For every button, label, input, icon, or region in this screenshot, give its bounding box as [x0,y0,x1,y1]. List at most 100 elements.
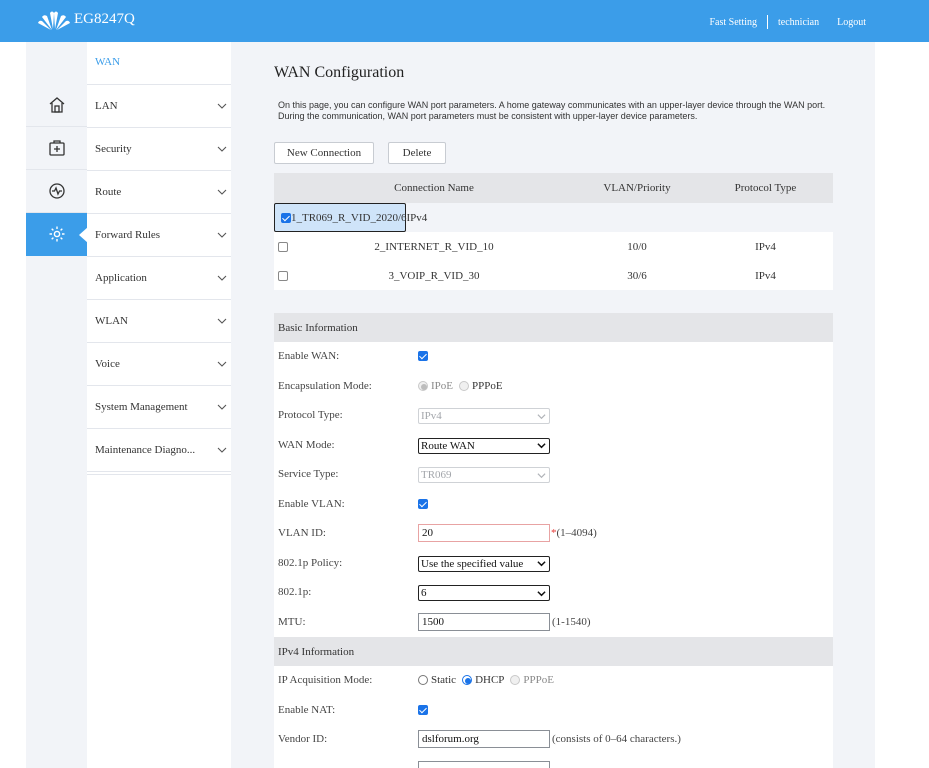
top-links: Fast Setting technician Logout [710,15,866,29]
policy-select[interactable]: Use the specified value [418,555,550,572]
row-checkbox[interactable] [278,270,288,281]
sidebar-item-wan[interactable]: WAN [87,42,231,84]
chevron-down-icon [537,472,546,478]
chevron-down-icon [217,232,227,238]
row-checkbox[interactable] [281,212,291,223]
rail-status[interactable] [26,170,87,213]
enable-nat-checkbox[interactable] [418,704,428,715]
plus-box-icon [48,140,65,156]
sidebar-item-maintenance[interactable]: Maintenance Diagno... [87,429,231,472]
sidebar-item-voice[interactable]: Voice [87,343,231,386]
mtu-hint: (1-1540) [552,615,591,628]
8021p-select[interactable]: 6 [418,585,550,601]
page-description: On this page, you can configure WAN port… [278,100,826,121]
cell-vlan-priority: 30/6 [627,269,647,282]
wan-mode-select[interactable]: Route WAN [418,437,550,454]
delete-button[interactable]: Delete [388,142,446,164]
sidebar-item-label: Route [95,186,122,198]
rail-home[interactable] [26,84,87,127]
chevron-down-icon [217,404,227,410]
main-content: WAN Configuration On this page, you can … [231,42,875,768]
sidebar-item-wlan[interactable]: WLAN [87,300,231,343]
column-header-vlan: VLAN/Priority [603,182,671,194]
wan-mode-row: WAN Mode: Route WAN [274,431,833,461]
chevron-down-icon [537,561,546,567]
acquisition-static-option[interactable]: Static [418,674,456,686]
sidebar-item-security[interactable]: Security [87,128,231,171]
enable-nat-row: Enable NAT: [274,696,833,726]
huawei-logo-icon [38,11,70,30]
chevron-down-icon [537,590,546,596]
acquisition-pppoe-radio [510,675,521,685]
user-link[interactable]: technician [778,17,819,28]
sidebar-item-system-management[interactable]: System Management [87,386,231,429]
service-type-row: Service Type: TR069 [274,460,833,490]
encapsulation-ipoe-option: IPoE [418,380,453,392]
enable-wan-label: Enable WAN: [278,350,340,362]
rail-settings[interactable] [26,213,88,256]
wan-form: Basic Information Enable WAN: Encapsulat… [274,313,833,768]
home-icon [49,97,64,113]
mtu-input[interactable]: 1500 [418,612,550,631]
enable-vlan-checkbox[interactable] [418,498,428,509]
rail-advanced[interactable] [26,127,87,170]
cell-connection-name: 2_INTERNET_R_VID_10 [374,240,494,253]
ipv4-information-header: IPv4 Information [274,637,833,666]
sidebar-item-application[interactable]: Application [87,257,231,300]
acquisition-dhcp-option[interactable]: DHCP [462,674,504,686]
enable-vlan-row: Enable VLAN: [274,490,833,520]
wan-mode-label: WAN Mode: [278,438,335,451]
sidebar-filler [87,474,231,768]
policy-row: 802.1p Policy: Use the specified value [274,549,833,579]
fast-setting-link[interactable]: Fast Setting [710,17,758,28]
enable-wan-checkbox[interactable] [418,351,428,361]
top-bar: EG8247Q Fast Setting technician Logout [0,0,929,42]
column-header-protocol: Protocol Type [734,182,797,194]
sidebar-item-route[interactable]: Route [87,171,231,214]
acquisition-static-radio[interactable] [418,675,428,685]
chevron-down-icon [217,361,227,367]
next-field-input[interactable] [418,760,550,768]
vlan-id-row: VLAN ID: 20 * (1–4094) [274,519,833,549]
table-row[interactable]: 1_TR069_R_VID_20 20/6 IPv4 [274,203,427,232]
sidebar-item-lan[interactable]: LAN [87,85,231,128]
vendor-id-label: Vendor ID: [278,733,328,745]
chevron-down-icon [217,318,227,324]
pulse-icon [48,183,65,199]
table-row[interactable]: 2_INTERNET_R_VID_10 10/0 IPv4 [274,232,833,261]
chevron-down-icon [537,413,546,419]
8021p-row: 802.1p: 6 [274,578,833,608]
cell-protocol: IPv4 [755,269,776,282]
sidebar-item-label: Voice [95,358,120,370]
chevron-down-icon [217,146,227,152]
sidebar-item-forward-rules[interactable]: Forward Rules [87,214,231,257]
service-type-label: Service Type: [278,468,339,480]
gear-icon [49,226,64,242]
enable-wan-row: Enable WAN: [274,342,833,372]
device-model: EG8247Q [74,11,135,27]
encapsulation-ipoe-radio [418,380,428,391]
page-title: WAN Configuration [274,64,405,81]
divider [767,15,769,29]
encapsulation-pppoe-option: PPPoE [459,380,503,392]
vlan-id-label: VLAN ID: [278,527,326,539]
acquisition-dhcp-radio[interactable] [462,675,473,685]
vendor-id-input[interactable]: dslforum.org [418,730,550,748]
cell-connection-name: 1_TR069_R_VID_20 [291,211,387,224]
cell-vlan-priority: 20/6 [386,211,407,224]
vlan-id-input[interactable]: 20 [418,524,550,542]
logout-link[interactable]: Logout [837,17,866,28]
policy-label: 802.1p Policy: [278,556,343,569]
sidebar-item-label: WLAN [95,315,128,327]
mtu-label: MTU: [278,615,306,628]
chevron-down-icon [217,447,227,453]
new-connection-button[interactable]: New Connection [274,142,374,164]
row-checkbox[interactable] [278,241,288,252]
table-row[interactable]: 3_VOIP_R_VID_30 30/6 IPv4 [274,261,833,290]
sidebar-item-label: Application [95,272,147,284]
protocol-type-label: Protocol Type: [278,409,343,421]
ip-acquisition-label: IP Acquisition Mode: [278,674,373,686]
ip-acquisition-row: IP Acquisition Mode: Static DHCP PPPoE [274,666,833,696]
enable-nat-label: Enable NAT: [278,703,336,716]
next-field-row [274,755,833,768]
